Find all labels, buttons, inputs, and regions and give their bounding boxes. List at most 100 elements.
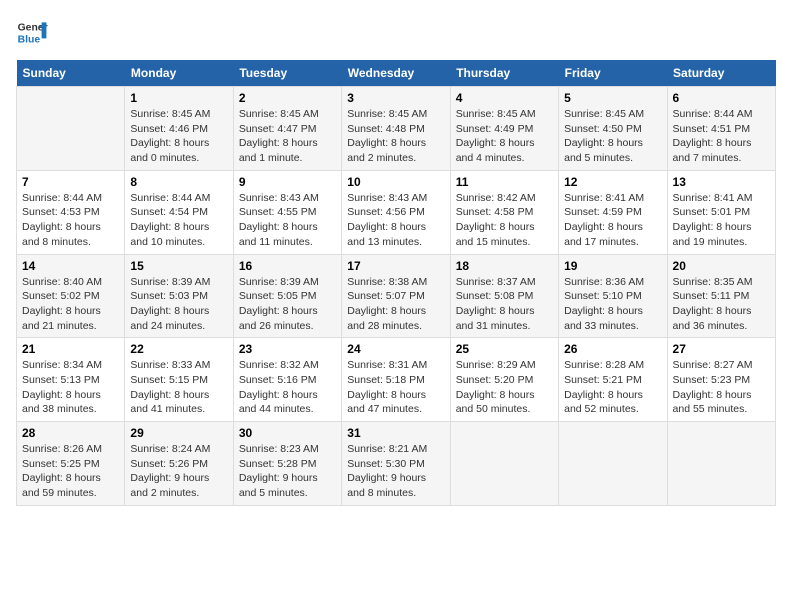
calendar-cell-w0d1: 1 Sunrise: 8:45 AMSunset: 4:46 PMDaylight… — [125, 87, 233, 171]
calendar-cell-w4d4 — [450, 422, 558, 506]
day-info: Sunrise: 8:43 AMSunset: 4:55 PMDaylight:… — [239, 191, 336, 250]
calendar-cell-w2d1: 15Sunrise: 8:39 AMSunset: 5:03 PMDayligh… — [125, 254, 233, 338]
calendar-cell-w3d0: 21Sunrise: 8:34 AMSunset: 5:13 PMDayligh… — [17, 338, 125, 422]
day-info: Sunrise: 8:43 AMSunset: 4:56 PMDaylight:… — [347, 191, 444, 250]
day-info: Sunrise: 8:27 AMSunset: 5:23 PMDaylight:… — [673, 358, 770, 417]
day-info: Sunrise: 8:45 AMSunset: 4:50 PMDaylight:… — [564, 107, 661, 166]
calendar-week-3: 21Sunrise: 8:34 AMSunset: 5:13 PMDayligh… — [17, 338, 776, 422]
day-number: 29 — [130, 426, 227, 440]
day-number: 8 — [130, 175, 227, 189]
day-number: 15 — [130, 259, 227, 273]
calendar-cell-w1d5: 12 Sunrise: 8:41 AMSunset: 4:59 PMDayligh… — [559, 170, 667, 254]
calendar-cell-w3d5: 26Sunrise: 8:28 AMSunset: 5:21 PMDayligh… — [559, 338, 667, 422]
day-number: 7 — [22, 175, 119, 189]
calendar-cell-w3d4: 25 Sunrise: 8:29 AMSunset: 5:20 PMDayligh… — [450, 338, 558, 422]
day-info: Sunrise: 8:44 AMSunset: 4:51 PMDaylight:… — [673, 107, 770, 166]
day-number: 12 — [564, 175, 661, 189]
day-number: 4 — [456, 91, 553, 105]
day-info: Sunrise: 8:45 AMSunset: 4:49 PMDaylight:… — [456, 107, 553, 166]
day-number: 2 — [239, 91, 336, 105]
calendar-cell-w2d4: 18Sunrise: 8:37 AMSunset: 5:08 PMDayligh… — [450, 254, 558, 338]
day-info: Sunrise: 8:44 AMSunset: 4:54 PMDaylight:… — [130, 191, 227, 250]
calendar-cell-w0d5: 5 Sunrise: 8:45 AMSunset: 4:50 PMDaylight… — [559, 87, 667, 171]
calendar-cell-w0d4: 4 Sunrise: 8:45 AMSunset: 4:49 PMDaylight… — [450, 87, 558, 171]
day-info: Sunrise: 8:33 AMSunset: 5:15 PMDaylight:… — [130, 358, 227, 417]
day-info: Sunrise: 8:41 AMSunset: 4:59 PMDaylight:… — [564, 191, 661, 250]
day-info: Sunrise: 8:45 AMSunset: 4:48 PMDaylight:… — [347, 107, 444, 166]
calendar-cell-w1d2: 9 Sunrise: 8:43 AMSunset: 4:55 PMDaylight… — [233, 170, 341, 254]
column-header-thursday: Thursday — [450, 60, 558, 87]
day-number: 9 — [239, 175, 336, 189]
calendar-cell-w0d3: 3 Sunrise: 8:45 AMSunset: 4:48 PMDaylight… — [342, 87, 450, 171]
day-number: 28 — [22, 426, 119, 440]
day-number: 23 — [239, 342, 336, 356]
calendar-week-4: 28 Sunrise: 8:26 AMSunset: 5:25 PMDayligh… — [17, 422, 776, 506]
day-number: 13 — [673, 175, 770, 189]
day-info: Sunrise: 8:34 AMSunset: 5:13 PMDaylight:… — [22, 358, 119, 417]
day-number: 16 — [239, 259, 336, 273]
day-number: 19 — [564, 259, 661, 273]
day-info: Sunrise: 8:44 AMSunset: 4:53 PMDaylight:… — [22, 191, 119, 250]
calendar-cell-w4d1: 29Sunrise: 8:24 AMSunset: 5:26 PMDayligh… — [125, 422, 233, 506]
day-info: Sunrise: 8:39 AMSunset: 5:05 PMDaylight:… — [239, 275, 336, 334]
column-header-wednesday: Wednesday — [342, 60, 450, 87]
column-header-friday: Friday — [559, 60, 667, 87]
calendar-cell-w1d0: 7 Sunrise: 8:44 AMSunset: 4:53 PMDaylight… — [17, 170, 125, 254]
calendar-cell-w4d2: 30Sunrise: 8:23 AMSunset: 5:28 PMDayligh… — [233, 422, 341, 506]
calendar-cell-w0d2: 2 Sunrise: 8:45 AMSunset: 4:47 PMDaylight… — [233, 87, 341, 171]
day-number: 1 — [130, 91, 227, 105]
day-number: 14 — [22, 259, 119, 273]
calendar-body: 1 Sunrise: 8:45 AMSunset: 4:46 PMDaylight… — [17, 87, 776, 506]
day-number: 20 — [673, 259, 770, 273]
day-number: 5 — [564, 91, 661, 105]
calendar-week-1: 7 Sunrise: 8:44 AMSunset: 4:53 PMDaylight… — [17, 170, 776, 254]
day-number: 11 — [456, 175, 553, 189]
day-number: 17 — [347, 259, 444, 273]
day-number: 3 — [347, 91, 444, 105]
column-header-monday: Monday — [125, 60, 233, 87]
day-info: Sunrise: 8:35 AMSunset: 5:11 PMDaylight:… — [673, 275, 770, 334]
calendar-week-0: 1 Sunrise: 8:45 AMSunset: 4:46 PMDaylight… — [17, 87, 776, 171]
calendar-cell-w1d6: 13 Sunrise: 8:41 AMSunset: 5:01 PMDayligh… — [667, 170, 775, 254]
calendar-header-row: SundayMondayTuesdayWednesdayThursdayFrid… — [17, 60, 776, 87]
calendar-cell-w1d3: 10Sunrise: 8:43 AMSunset: 4:56 PMDayligh… — [342, 170, 450, 254]
calendar-cell-w3d6: 27 Sunrise: 8:27 AMSunset: 5:23 PMDayligh… — [667, 338, 775, 422]
day-info: Sunrise: 8:31 AMSunset: 5:18 PMDaylight:… — [347, 358, 444, 417]
day-info: Sunrise: 8:41 AMSunset: 5:01 PMDaylight:… — [673, 191, 770, 250]
column-header-tuesday: Tuesday — [233, 60, 341, 87]
day-number: 31 — [347, 426, 444, 440]
day-info: Sunrise: 8:23 AMSunset: 5:28 PMDaylight:… — [239, 442, 336, 501]
day-number: 24 — [347, 342, 444, 356]
svg-text:Blue: Blue — [18, 34, 41, 45]
calendar-cell-w2d2: 16 Sunrise: 8:39 AMSunset: 5:05 PMDayligh… — [233, 254, 341, 338]
column-header-sunday: Sunday — [17, 60, 125, 87]
day-number: 6 — [673, 91, 770, 105]
calendar-cell-w4d3: 31Sunrise: 8:21 AMSunset: 5:30 PMDayligh… — [342, 422, 450, 506]
day-info: Sunrise: 8:45 AMSunset: 4:46 PMDaylight:… — [130, 107, 227, 166]
day-info: Sunrise: 8:32 AMSunset: 5:16 PMDaylight:… — [239, 358, 336, 417]
calendar-week-2: 14Sunrise: 8:40 AMSunset: 5:02 PMDayligh… — [17, 254, 776, 338]
calendar-cell-w2d6: 20 Sunrise: 8:35 AMSunset: 5:11 PMDayligh… — [667, 254, 775, 338]
calendar-cell-w1d1: 8 Sunrise: 8:44 AMSunset: 4:54 PMDaylight… — [125, 170, 233, 254]
logo-icon: General Blue — [16, 16, 48, 48]
page-header: General Blue — [16, 16, 776, 48]
day-info: Sunrise: 8:29 AMSunset: 5:20 PMDaylight:… — [456, 358, 553, 417]
day-info: Sunrise: 8:45 AMSunset: 4:47 PMDaylight:… — [239, 107, 336, 166]
day-info: Sunrise: 8:26 AMSunset: 5:25 PMDaylight:… — [22, 442, 119, 501]
calendar-cell-w0d6: 6 Sunrise: 8:44 AMSunset: 4:51 PMDaylight… — [667, 87, 775, 171]
calendar-cell-w4d5 — [559, 422, 667, 506]
day-number: 18 — [456, 259, 553, 273]
day-info: Sunrise: 8:36 AMSunset: 5:10 PMDaylight:… — [564, 275, 661, 334]
day-info: Sunrise: 8:38 AMSunset: 5:07 PMDaylight:… — [347, 275, 444, 334]
calendar-table: SundayMondayTuesdayWednesdayThursdayFrid… — [16, 60, 776, 506]
day-number: 22 — [130, 342, 227, 356]
day-number: 26 — [564, 342, 661, 356]
day-number: 25 — [456, 342, 553, 356]
calendar-cell-w1d4: 11Sunrise: 8:42 AMSunset: 4:58 PMDayligh… — [450, 170, 558, 254]
calendar-cell-w0d0 — [17, 87, 125, 171]
calendar-cell-w2d3: 17 Sunrise: 8:38 AMSunset: 5:07 PMDayligh… — [342, 254, 450, 338]
calendar-cell-w4d0: 28 Sunrise: 8:26 AMSunset: 5:25 PMDayligh… — [17, 422, 125, 506]
column-header-saturday: Saturday — [667, 60, 775, 87]
calendar-cell-w2d0: 14Sunrise: 8:40 AMSunset: 5:02 PMDayligh… — [17, 254, 125, 338]
day-number: 27 — [673, 342, 770, 356]
